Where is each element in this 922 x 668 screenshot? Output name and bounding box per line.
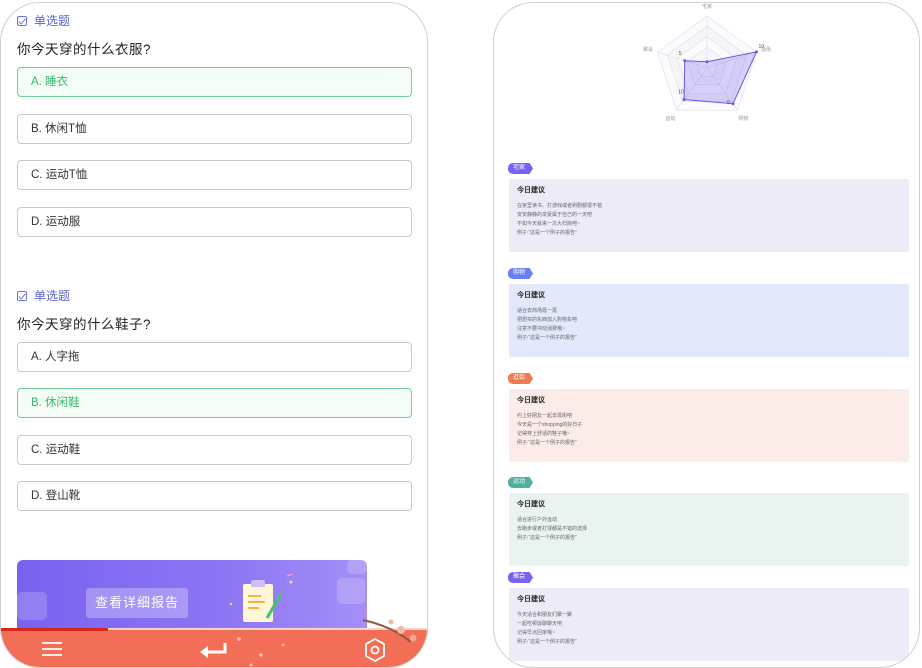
advice-line: 不如今天就来一次大扫除吧~ <box>517 221 580 227</box>
progress-fill <box>1 628 108 631</box>
advice-line: 在家里读书、打游戏或者刷剧都很不错 <box>517 203 603 209</box>
advice-line: 把想买的东西加入购物车吧 <box>517 317 578 323</box>
answer-option[interactable]: B. 休闲鞋 <box>17 388 412 418</box>
decor-square <box>17 592 47 620</box>
answer-option[interactable]: B. 休闲T恤 <box>17 114 412 144</box>
radar-chart: 宅家逛街购物运动聚会 108105 <box>643 3 771 122</box>
report-screen: 宅家 逛街 购物 运动 聚会 10 8 10 5 宅家 今日建议 在家里读书、打游戏或者刷剧都很不错… <box>493 2 920 668</box>
question-title: 你今天穿的什么衣服? <box>17 42 152 57</box>
section-badge: 宅家 <box>508 163 534 174</box>
question-type-label: 单选题 <box>34 289 71 303</box>
advice-card-title: 今日建议 <box>517 596 545 603</box>
advice-line: 例子:“这是一个例子的报告” <box>517 440 577 446</box>
advice-line: 适合去商场逛一逛 <box>517 308 558 314</box>
branch-decoration <box>362 619 417 643</box>
advice-card-title: 今日建议 <box>517 187 545 194</box>
advice-line: 今天适合和朋友们聚一聚 <box>517 612 573 618</box>
advice-line: 例子:“这是一个例子的报告” <box>517 639 577 645</box>
section-badge: 逛街 <box>508 373 534 384</box>
return-icon[interactable] <box>199 641 229 659</box>
advice-card: 今日建议约上好朋友一起去逛街吧今天是一个shopping的好日子 记得穿上舒适的鞋… <box>509 389 909 462</box>
advice-line: 例子:“这是一个例子的报告” <box>517 335 577 341</box>
checkbox-icon <box>17 15 27 26</box>
answer-option[interactable]: A. 人字拖 <box>17 342 412 372</box>
petal-decoration <box>237 637 285 667</box>
radar-point <box>682 98 686 102</box>
advice-line: 一起吃顿饭聊聊天吧 <box>517 621 563 627</box>
advice-line: 约上好朋友一起去逛街吧 <box>517 413 573 419</box>
menu-icon[interactable] <box>41 641 63 657</box>
view-report-button[interactable]: 查看详细报告 <box>86 588 188 618</box>
answer-option[interactable]: C. 运动鞋 <box>17 435 412 465</box>
radar-value-label: 10 <box>758 44 764 50</box>
radar-axis-label: 聚会 <box>643 46 653 53</box>
advice-card-title: 今日建议 <box>517 397 545 404</box>
radar-point <box>705 60 709 64</box>
radar-value-label: 5 <box>679 51 682 57</box>
advice-line: 去跑步或者打球都是不错的选择 <box>517 526 588 532</box>
decor-square <box>347 560 367 574</box>
advice-card: 今日建议适合进行户外运动去跑步或者打球都是不错的选择 例子:“这是一个例子的报告” <box>509 493 909 566</box>
advice-card-title: 今日建议 <box>517 501 545 508</box>
question-type-tag: 单选题 <box>17 12 70 29</box>
radar-axis-label: 宅家 <box>702 3 712 10</box>
question-type-tag: 单选题 <box>17 287 70 304</box>
section-badge: 购物 <box>508 268 534 279</box>
advice-line: 例子:“这是一个例子的报告” <box>517 535 577 541</box>
advice-card: 今日建议今天适合和朋友们聚一聚 一起吃顿饭聊聊天吧 记得早点回家哦~ 例子:“这是一个… <box>509 588 909 661</box>
radar-point <box>683 59 687 63</box>
section-badge: 运动 <box>508 477 534 488</box>
checkbox-icon <box>17 290 27 301</box>
advice-card-title: 今日建议 <box>517 292 545 299</box>
decor-square <box>337 578 365 604</box>
report-banner[interactable]: 查看详细报告 <box>17 560 367 628</box>
advice-line: 记得穿上舒适的鞋子哦~ <box>517 431 570 437</box>
question-title: 你今天穿的什么鞋子? <box>17 317 152 332</box>
advice-line: 注意不要冲动消费哦~ <box>517 326 565 332</box>
advice-line: 适合进行户外运动 <box>517 517 558 523</box>
clipboard-icon <box>229 574 294 622</box>
radar-point <box>754 50 758 54</box>
question-type-label: 单选题 <box>34 14 71 28</box>
advice-line: 记得早点回家哦~ <box>517 630 555 636</box>
radar-point <box>731 102 735 106</box>
answer-option[interactable]: A. 睡衣 <box>17 67 412 97</box>
answer-option[interactable]: D. 登山靴 <box>17 481 412 511</box>
advice-line: 安安静静的享受属于自己的一天吧 <box>517 212 593 218</box>
advice-card: 今日建议在家里读书、打游戏或者刷剧都很不错 安安静静的享受属于自己的一天吧 不如今天… <box>509 179 909 252</box>
advice-line: 例子:“这是一个例子的报告” <box>517 230 577 236</box>
radar-axis-label: 购物 <box>738 115 748 122</box>
radar-value-label: 8 <box>727 100 730 106</box>
answer-option[interactable]: D. 运动服 <box>17 207 412 237</box>
advice-line: 今天是一个shopping的好日子 <box>517 422 583 428</box>
answer-option[interactable]: C. 运动T恤 <box>17 160 412 190</box>
radar-axis-label: 运动 <box>666 115 676 122</box>
advice-card: 今日建议适合去商场逛一逛把想买的东西加入购物车吧 注意不要冲动消费哦~ 例子:“这是… <box>509 284 909 357</box>
section-badge: 聚会 <box>508 572 534 583</box>
radar-value-label: 10 <box>678 90 684 96</box>
quiz-screen: 单选题 你今天穿的什么衣服? A. 睡衣 B. 休闲T恤 C. 运动T恤 D. … <box>0 2 428 668</box>
